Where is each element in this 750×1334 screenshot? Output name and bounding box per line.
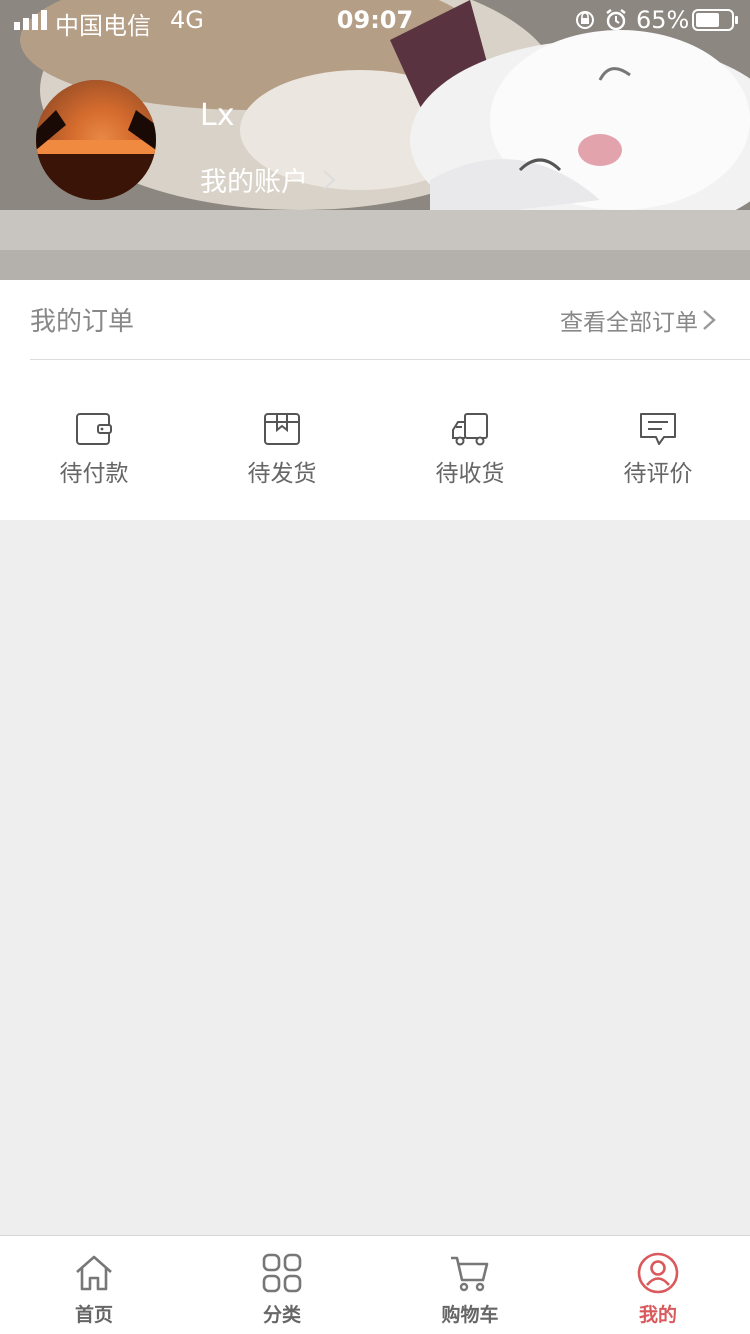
orders-section: 我的订单 查看全部订单 待付款 待发货 待收货 待评价 [0, 280, 750, 520]
wallet-icon [76, 413, 112, 445]
battery-percentage: 65% [636, 6, 690, 34]
chevron-right-icon [703, 309, 716, 330]
view-all-orders-link[interactable]: 查看全部订单 [560, 303, 750, 337]
order-status-pending-receipt[interactable]: 待收货 [376, 410, 564, 488]
my-account-link[interactable]: 我的账户 [200, 160, 336, 199]
home-icon [76, 1255, 112, 1291]
bottom-tab-bar: 首页 分类 购物车 我的 [0, 1235, 750, 1334]
tab-label: 我的 [638, 1304, 677, 1326]
truck-icon [452, 413, 488, 446]
tab-me[interactable]: 我的 [564, 1236, 750, 1334]
tab-label: 首页 [74, 1304, 113, 1326]
order-status-label: 待评价 [623, 461, 693, 487]
grid-icon [262, 1253, 302, 1293]
orders-header: 我的订单 查看全部订单 [30, 280, 750, 360]
tab-category[interactable]: 分类 [188, 1236, 376, 1334]
order-status-label: 待发货 [247, 461, 317, 487]
tab-label: 购物车 [441, 1304, 499, 1326]
alarm-icon [606, 9, 626, 31]
package-icon [264, 413, 300, 445]
avatar-photo [36, 80, 156, 200]
tab-home[interactable]: 首页 [0, 1236, 188, 1334]
order-status-pending-review[interactable]: 待评价 [564, 410, 750, 488]
battery-icon [692, 9, 738, 31]
tab-cart[interactable]: 购物车 [376, 1236, 564, 1334]
order-status-label: 待付款 [59, 461, 129, 487]
order-status-pending-shipment[interactable]: 待发货 [188, 410, 376, 488]
order-status-pending-payment[interactable]: 待付款 [0, 410, 188, 488]
username: Lx [200, 98, 235, 133]
view-all-orders-label: 查看全部订单 [560, 309, 698, 336]
tab-label: 分类 [262, 1304, 301, 1326]
orders-title: 我的订单 [30, 307, 135, 337]
my-account-label: 我的账户 [200, 167, 308, 198]
cart-icon [451, 1256, 489, 1292]
rotation-lock-icon [576, 11, 594, 29]
order-status-label: 待收货 [435, 461, 505, 487]
status-bar: 中国电信 4G 09:07 65% [0, 0, 750, 40]
chevron-right-icon [323, 169, 336, 190]
avatar[interactable] [36, 80, 156, 200]
comment-icon [640, 413, 676, 445]
user-icon [637, 1252, 679, 1294]
